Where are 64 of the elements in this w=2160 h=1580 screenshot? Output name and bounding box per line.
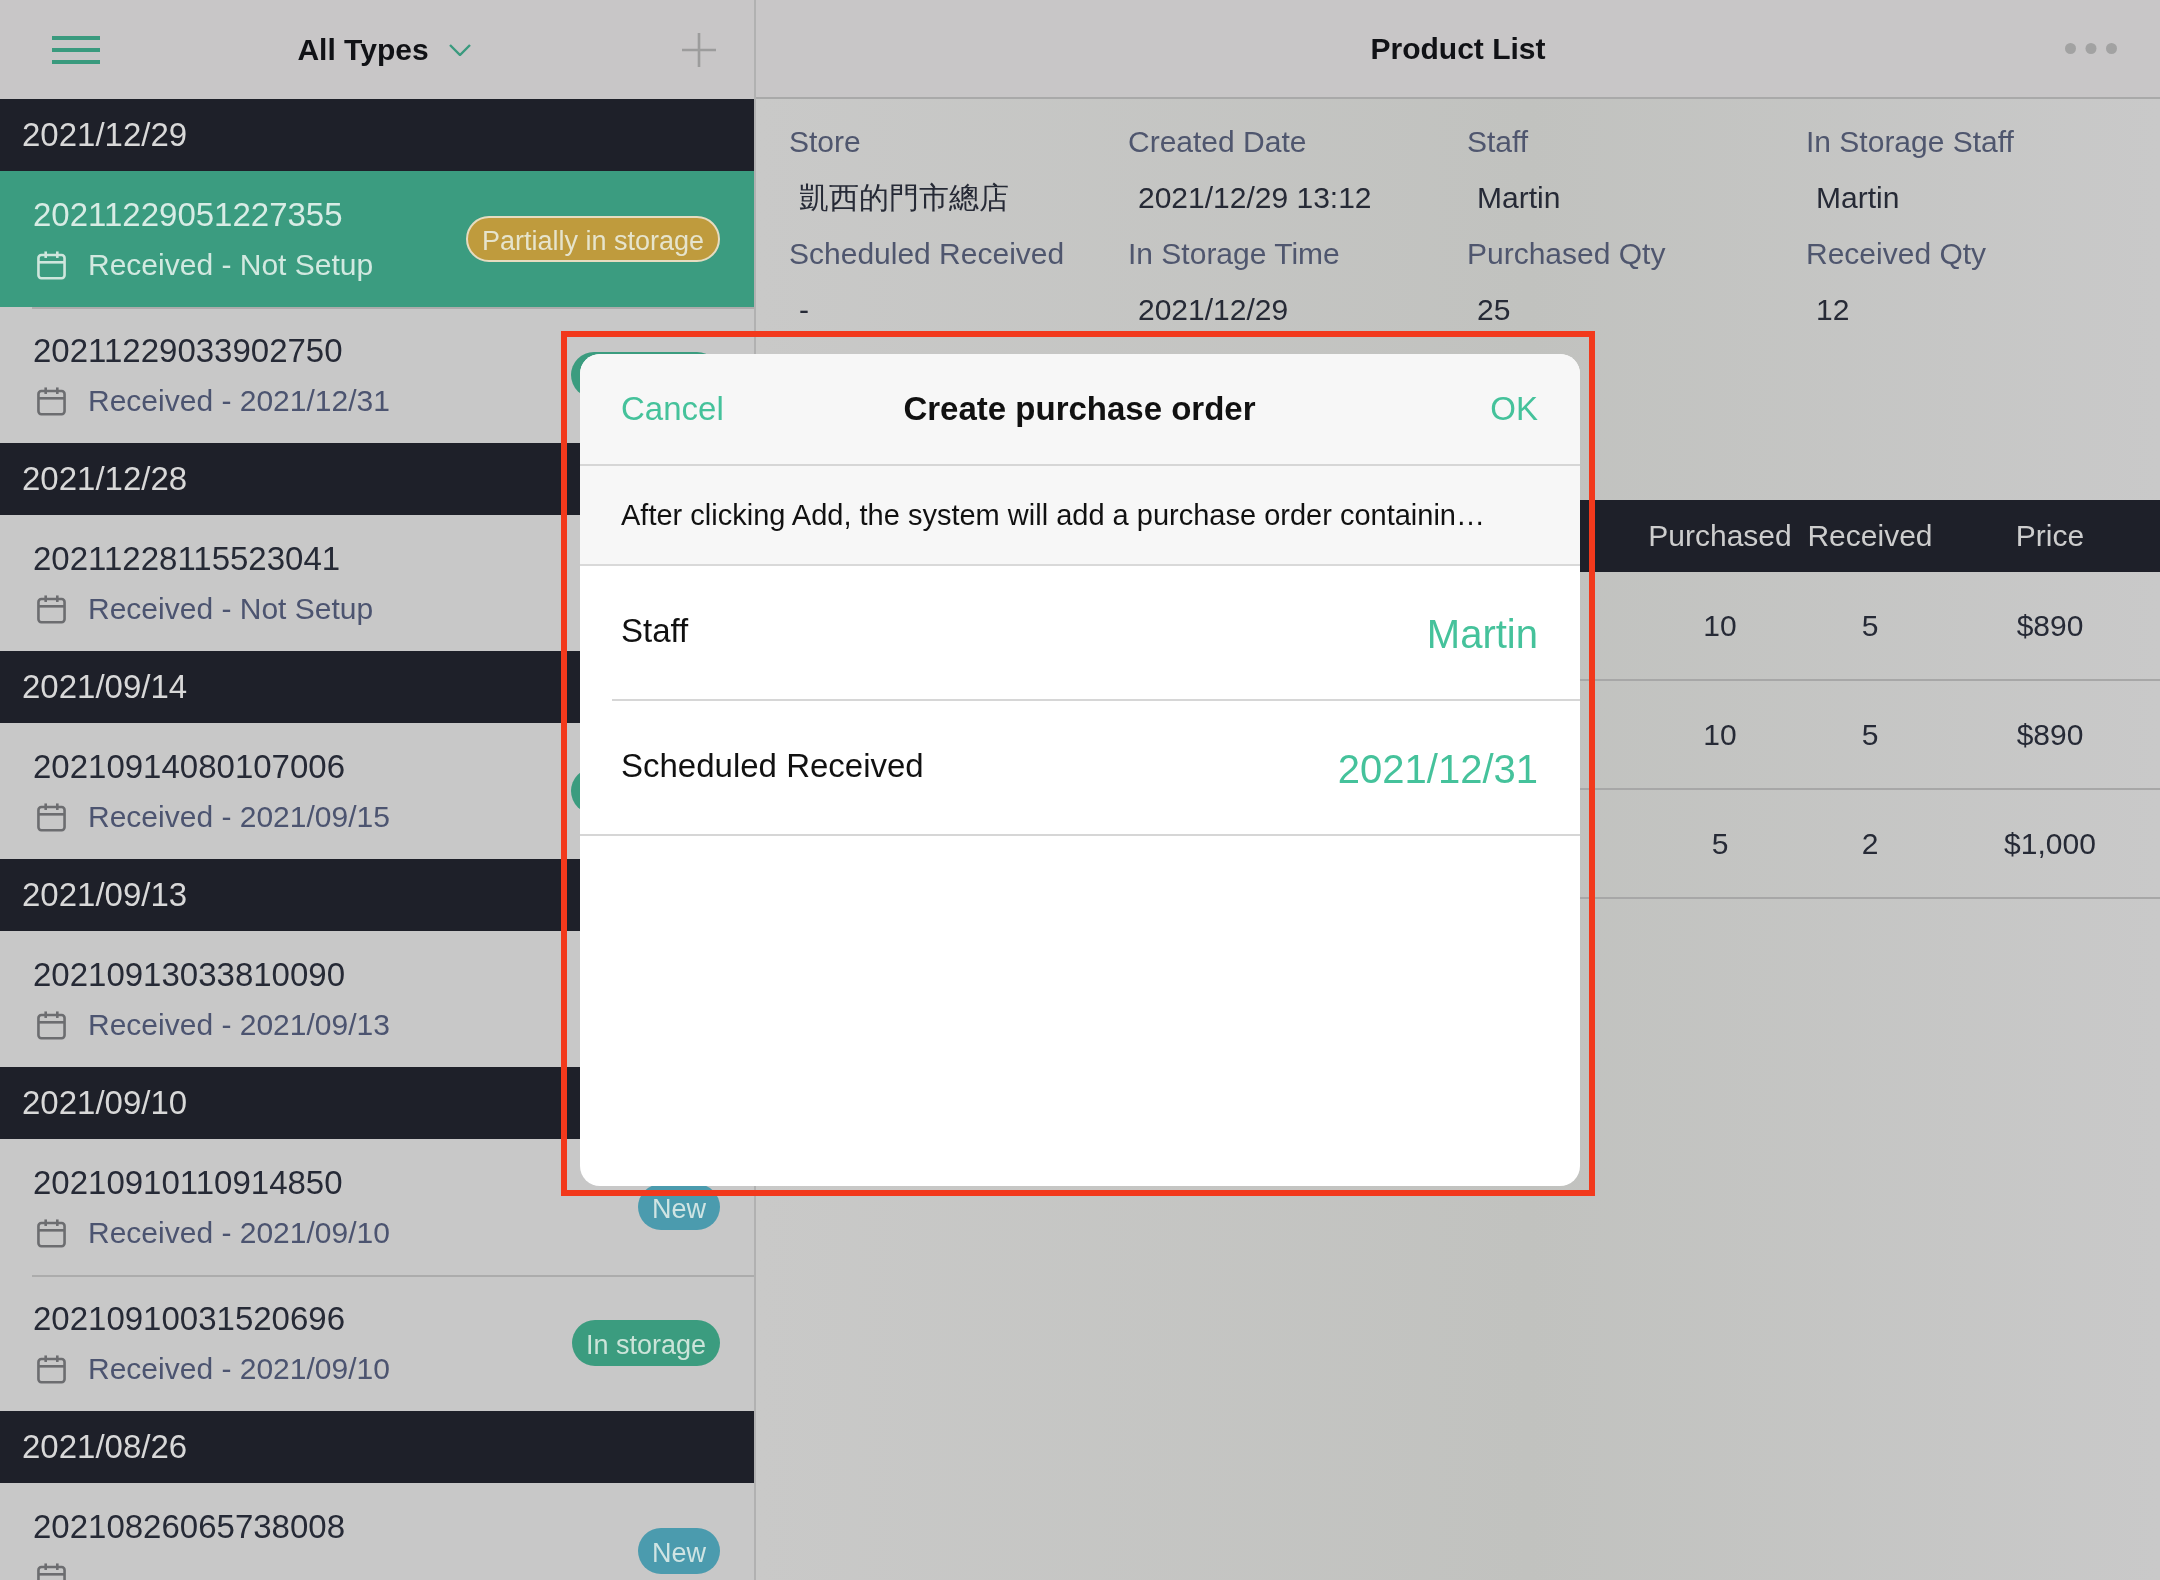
calendar-icon: [37, 802, 66, 832]
field-label: Staff: [1467, 124, 1529, 160]
field-value: 2021/12/29 13:12: [1138, 182, 1372, 214]
received-date: Received - 2021/12/31: [88, 383, 390, 419]
chevron-down-icon: [448, 43, 471, 56]
plus-icon[interactable]: [682, 32, 716, 67]
order-number: 20210914080107006: [33, 747, 345, 787]
order-number: 20211228115523041: [33, 539, 341, 579]
calendar-icon: [37, 386, 66, 416]
order-number: 20210826065738008: [33, 1507, 345, 1547]
status-badge: Partially in storage: [465, 216, 720, 262]
type-filter-dropdown[interactable]: All Types: [297, 29, 471, 70]
table-cell-text: 2: [1861, 825, 1879, 862]
order-number: 20210910031520696: [33, 1299, 345, 1339]
menu-icon[interactable]: [52, 35, 100, 64]
column-header: Purchased: [1647, 519, 1793, 553]
field-label: Scheduled Received: [789, 236, 1065, 272]
order-number: 20210910110914850: [33, 1163, 343, 1203]
order-number: 20211229033902750: [33, 331, 343, 371]
column-header: Received: [1806, 519, 1934, 553]
more-icon[interactable]: [2065, 43, 2117, 54]
field-label: Purchased Qty: [1467, 236, 1666, 272]
calendar-icon: [37, 250, 66, 280]
table-cell-text: 5: [1711, 825, 1729, 862]
field-value: Martin: [1477, 182, 1561, 214]
order-number: 20211229051227355: [33, 195, 343, 235]
form-label: Staff: [621, 610, 689, 651]
page-title: Product List: [1370, 30, 1546, 67]
field-label: In Storage Staff: [1806, 124, 2014, 160]
date-section-header: 2021/12/29: [0, 99, 754, 171]
field-label: Created Date: [1128, 124, 1307, 160]
table-cell-text: 10: [1703, 607, 1737, 644]
table-cell-text: $890: [2016, 716, 2084, 753]
field-value: 12: [1816, 294, 1850, 326]
field-value: 凱西的門市總店: [799, 182, 1009, 214]
field-label: In Storage Time: [1128, 236, 1340, 272]
status-badge: In storage: [571, 1320, 720, 1366]
received-date: Received - 2021/09/15: [88, 799, 390, 835]
calendar-icon: [37, 594, 66, 624]
field-label: Store: [789, 124, 861, 160]
field-value: 2021/12/29: [1138, 294, 1289, 326]
dialog-message: After clicking Add, the system will add a purchase order containin…: [580, 466, 1580, 566]
field-label: Received Qty: [1806, 236, 1987, 272]
received-date: Received - 2021/09/13: [88, 1007, 390, 1043]
order-number: 20210913033810090: [33, 955, 345, 995]
received-date: Received - Not Setup: [88, 591, 374, 627]
status-badge: New: [638, 1528, 720, 1574]
field-value: Martin: [1816, 182, 1900, 214]
table-cell-text: 5: [1861, 607, 1879, 644]
received-date: Received - 2021/09/10: [88, 1215, 390, 1251]
column-header: Price: [2014, 519, 2086, 553]
calendar-icon: [37, 1354, 66, 1384]
date-section-header: 2021/08/26: [0, 1411, 754, 1483]
table-cell-text: 5: [1861, 716, 1879, 753]
dialog-title: Create purchase order: [903, 389, 1256, 429]
table-cell-text: $1,000: [2004, 825, 2096, 862]
calendar-icon: [37, 1218, 66, 1248]
received-date: Received - Not Setup: [88, 247, 374, 283]
field-value: -: [799, 294, 809, 326]
calendar-icon: [37, 1010, 66, 1040]
table-cell-text: $890: [2016, 607, 2084, 644]
received-date: Received - 2021/09/10: [88, 1351, 390, 1387]
table-cell-text: 10: [1703, 716, 1737, 753]
field-value: 25: [1477, 294, 1511, 326]
